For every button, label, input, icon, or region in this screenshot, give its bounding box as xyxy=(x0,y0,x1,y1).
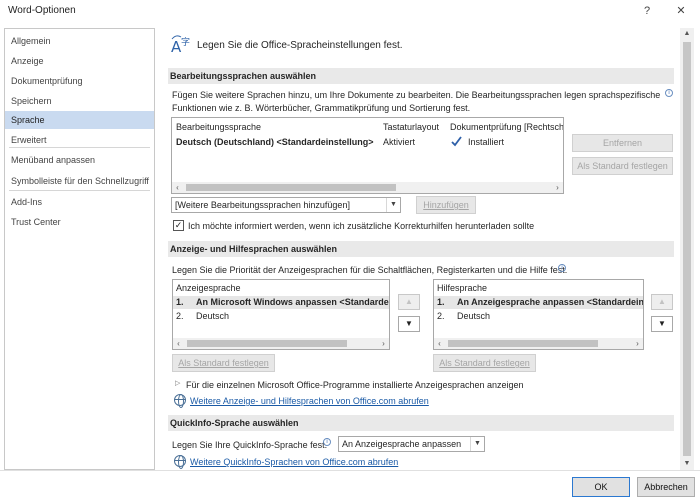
more-display-languages-link[interactable]: Weitere Anzeige- und Hilfesprachen von O… xyxy=(190,396,429,406)
title-bar xyxy=(0,0,700,22)
nav-item-allgemein[interactable]: Allgemein xyxy=(5,32,154,50)
table-row[interactable]: Deutsch (Deutschland) <Standardeinstellu… xyxy=(172,134,563,150)
page-header: Legen Sie die Office-Spracheinstellungen… xyxy=(197,40,403,51)
nav-item-speichern[interactable]: Speichern xyxy=(5,92,154,110)
info-icon[interactable]: i xyxy=(665,89,673,97)
horizontal-scrollbar[interactable]: ‹ › xyxy=(434,338,643,349)
help-language-list[interactable]: Hilfesprache 1. An Anzeigesprache anpass… xyxy=(433,279,644,350)
display-language-list[interactable]: Anzeigesprache 1. An Microsoft Windows a… xyxy=(172,279,390,350)
move-up-display-button[interactable]: ▲ xyxy=(398,294,420,310)
horizontal-scrollbar[interactable]: ‹ › xyxy=(173,338,389,349)
set-default-help-button[interactable]: Als Standard festlegen xyxy=(433,354,536,372)
nav-item-add-ins[interactable]: Add-Ins xyxy=(5,193,154,211)
nav-item-trust-center[interactable]: Trust Center xyxy=(5,213,154,231)
scroll-right-icon[interactable]: › xyxy=(552,182,563,193)
list-item-label: An Microsoft Windows anpassen <Standarde… xyxy=(196,297,390,307)
expand-arrow-icon[interactable]: ▷ xyxy=(175,379,180,387)
chevron-down-icon[interactable]: ▼ xyxy=(386,198,400,212)
move-up-help-button[interactable]: ▲ xyxy=(651,294,673,310)
row-language: Deutsch (Deutschland) <Standardeinstellu… xyxy=(176,137,374,147)
scroll-down-icon[interactable]: ▼ xyxy=(680,458,694,470)
scroll-thumb[interactable] xyxy=(448,340,598,347)
globe-icon xyxy=(174,394,186,408)
nav-divider xyxy=(9,190,150,191)
list-item-label: An Anzeigesprache anpassen <Standardeins xyxy=(457,297,644,307)
row-proofing: Installiert xyxy=(468,137,505,147)
column-header-keyboard[interactable]: Tastaturlayout xyxy=(383,122,439,132)
nav-item-dokumentpruefung[interactable]: Dokumentprüfung xyxy=(5,72,154,90)
notify-checkbox-label: Ich möchte informiert werden, wenn ich z… xyxy=(188,221,535,231)
more-quickinfo-languages-link[interactable]: Weitere QuickInfo-Sprachen von Office.co… xyxy=(190,457,398,467)
move-down-display-button[interactable]: ▼ xyxy=(398,316,420,332)
remove-button[interactable]: Entfernen xyxy=(572,134,673,152)
info-icon[interactable]: i xyxy=(323,438,331,446)
set-default-editing-button[interactable]: Als Standard festlegen xyxy=(572,157,673,175)
cancel-button[interactable]: Abbrechen xyxy=(637,477,695,497)
chevron-down-icon[interactable]: ▼ xyxy=(470,437,484,451)
scroll-left-icon[interactable]: ‹ xyxy=(173,338,184,349)
nav-item-menueband[interactable]: Menüband anpassen xyxy=(5,151,154,169)
editing-description-2: Funktionen wie z. B. Wörterbücher, Gramm… xyxy=(172,103,471,113)
add-language-combo-value: [Weitere Bearbeitungssprachen hinzufügen… xyxy=(175,200,350,210)
installed-display-languages-toggle[interactable]: Für die einzelnen Microsoft Office-Progr… xyxy=(186,380,524,390)
proofing-check-icon xyxy=(450,135,462,147)
quickinfo-language-combo[interactable]: An Anzeigesprache anpassen ▼ xyxy=(338,436,485,452)
footer-divider xyxy=(0,470,700,471)
scroll-thumb[interactable] xyxy=(186,184,396,191)
help-list-header: Hilfesprache xyxy=(437,283,488,293)
list-item-number: 2. xyxy=(437,311,445,321)
row-keyboard: Aktiviert xyxy=(383,137,416,147)
list-item[interactable]: 2. Deutsch xyxy=(434,310,643,323)
scroll-right-icon[interactable]: › xyxy=(632,338,643,349)
options-nav: Allgemein Anzeige Dokumentprüfung Speich… xyxy=(4,28,155,470)
info-icon[interactable]: i xyxy=(558,264,566,272)
set-default-display-button[interactable]: Als Standard festlegen xyxy=(172,354,275,372)
notify-checkbox[interactable]: ✓ xyxy=(173,220,184,231)
scroll-thumb[interactable] xyxy=(187,340,347,347)
display-list-header: Anzeigesprache xyxy=(176,283,241,293)
list-item-number: 1. xyxy=(437,297,445,307)
scroll-thumb[interactable] xyxy=(683,42,691,456)
language-icon: A 字 xyxy=(170,34,192,56)
ok-button[interactable]: OK xyxy=(572,477,630,497)
list-item[interactable]: 1. An Anzeigesprache anpassen <Standarde… xyxy=(434,296,643,309)
language-settings-panel: A 字 Legen Sie die Office-Spracheinstellu… xyxy=(160,28,690,470)
scroll-right-icon[interactable]: › xyxy=(378,338,389,349)
vertical-scrollbar[interactable]: ▲ ▼ xyxy=(680,28,694,470)
display-description: Legen Sie die Priorität der Anzeigesprac… xyxy=(172,265,568,275)
add-editing-language-combo[interactable]: [Weitere Bearbeitungssprachen hinzufügen… xyxy=(171,197,401,213)
horizontal-scrollbar[interactable]: ‹ › xyxy=(172,182,563,193)
close-button[interactable]: ✕ xyxy=(672,3,690,19)
window-title: Word-Optionen xyxy=(8,5,76,16)
column-header-proofing[interactable]: Dokumentprüfung [Rechtsch xyxy=(450,122,563,132)
nav-item-anzeige[interactable]: Anzeige xyxy=(5,52,154,70)
svg-text:字: 字 xyxy=(181,36,190,48)
column-header-language[interactable]: Bearbeitungssprache xyxy=(176,122,261,132)
globe-icon xyxy=(174,455,186,469)
quickinfo-label: Legen Sie Ihre QuickInfo-Sprache fest. xyxy=(172,440,328,450)
scroll-left-icon[interactable]: ‹ xyxy=(172,182,183,193)
nav-item-sprache[interactable]: Sprache xyxy=(5,111,154,129)
scroll-up-icon[interactable]: ▲ xyxy=(680,28,694,40)
nav-item-schnellzugriff[interactable]: Symbolleiste für den Schnellzugriff xyxy=(5,172,154,190)
section-quickinfo-language: QuickInfo-Sprache auswählen xyxy=(168,415,674,431)
list-item-number: 2. xyxy=(176,311,184,321)
add-button[interactable]: Hinzufügen xyxy=(416,196,476,214)
list-item-number: 1. xyxy=(176,297,184,307)
section-display-languages: Anzeige- und Hilfesprachen auswählen xyxy=(168,241,674,257)
list-item-label: Deutsch xyxy=(457,311,491,321)
move-down-help-button[interactable]: ▼ xyxy=(651,316,673,332)
editing-language-table[interactable]: Bearbeitungssprache Tastaturlayout Dokum… xyxy=(171,117,564,194)
scroll-left-icon[interactable]: ‹ xyxy=(434,338,445,349)
list-item[interactable]: 1. An Microsoft Windows anpassen <Standa… xyxy=(173,296,389,309)
list-item[interactable]: 2. Deutsch xyxy=(173,310,389,323)
help-button[interactable]: ? xyxy=(638,3,656,19)
list-item-label: Deutsch xyxy=(196,311,230,321)
editing-description-1: Fügen Sie weitere Sprachen hinzu, um Ihr… xyxy=(172,90,661,100)
nav-divider xyxy=(9,147,150,148)
section-editing-languages: Bearbeitungssprachen auswählen xyxy=(168,68,674,84)
quickinfo-combo-value: An Anzeigesprache anpassen xyxy=(342,439,462,449)
